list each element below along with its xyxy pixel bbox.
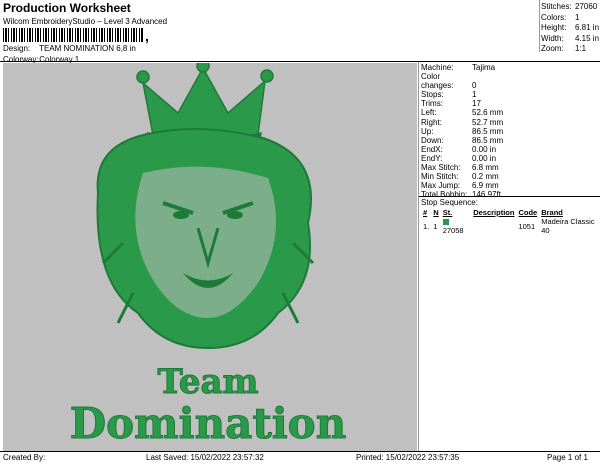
lion-head-icon [96, 128, 315, 350]
design-value: TEAM NOMINATION 6,8 in [39, 44, 136, 53]
machine-info-panel: Machine: Tajima Color changes: 0 Stops: 1 T… [421, 63, 597, 199]
info-row: Down: 86.5 mm [421, 135, 504, 145]
header-divider [0, 61, 600, 62]
info-row: Color changes: 0 [421, 72, 477, 91]
stat-row: Height: 6.81 in [541, 23, 600, 32]
info-row: Trims: 17 [421, 99, 481, 109]
design-row: Design: TEAM NOMINATION 6,8 in [3, 44, 136, 53]
info-row: Left: 52.6 mm [421, 108, 504, 118]
stop-sequence-title: Stop Sequence: [421, 198, 478, 207]
info-divider [419, 196, 600, 197]
info-row: EndY: 0.00 in [421, 153, 497, 163]
thread-color-swatch [442, 219, 449, 226]
panel-divider [418, 62, 419, 452]
design-label: Design: [3, 44, 31, 53]
table-row: 1. 1 27058 1051 Madeira Classic 40 [423, 217, 595, 235]
info-row: Min Stitch: 0.2 mm [421, 172, 499, 182]
footer-printed: Printed: 15/02/2022 23:57:35 [356, 453, 460, 462]
stat-row: Zoom: 1:1 [541, 44, 587, 53]
design-text-line2: Domination [70, 399, 347, 448]
table-header: # N St. Description Code Brand [423, 208, 563, 217]
stat-row: Colors: 1 [541, 12, 580, 22]
footer-created: Created By: [3, 453, 46, 462]
barcode-suffix: , [145, 28, 149, 44]
footer-last-saved: Last Saved: 15/02/2022 23:57:32 [146, 453, 264, 462]
stat-row: Width: 4.15 in [541, 33, 600, 43]
info-row: Max Jump: 6.9 mm [421, 181, 499, 191]
info-row: Machine: Tajima [421, 63, 496, 72]
stats-divider [539, 0, 540, 52]
stat-row: Stitches: 27060 [541, 2, 598, 11]
crown-icon [141, 66, 266, 136]
info-row: EndX: 0.00 in [421, 144, 497, 154]
info-row: Stops: 1 [421, 90, 477, 100]
info-row: Max Stitch: 6.8 mm [421, 163, 499, 173]
footer-page: Page 1 of 1 [547, 453, 588, 462]
barcode [3, 28, 143, 42]
info-row: Up: 86.5 mm [421, 126, 504, 136]
stats-panel: Stitches: 27060 Colors: 1 Height: 6.81 in W… [541, 2, 599, 55]
footer-divider [0, 451, 600, 452]
software-name: Wilcom EmbroideryStudio – Level 3 Advanc… [3, 17, 168, 26]
lion-design-image: Team Domination [69, 59, 347, 449]
worksheet-title: Production Worksheet [3, 1, 131, 15]
design-text-line1: Team [157, 362, 258, 402]
info-row: Right: 52.7 mm [421, 117, 504, 127]
stop-sequence-table: # N St. Description Code Brand 1. 1 2705… [421, 208, 600, 235]
design-preview: Team Domination [3, 59, 417, 451]
